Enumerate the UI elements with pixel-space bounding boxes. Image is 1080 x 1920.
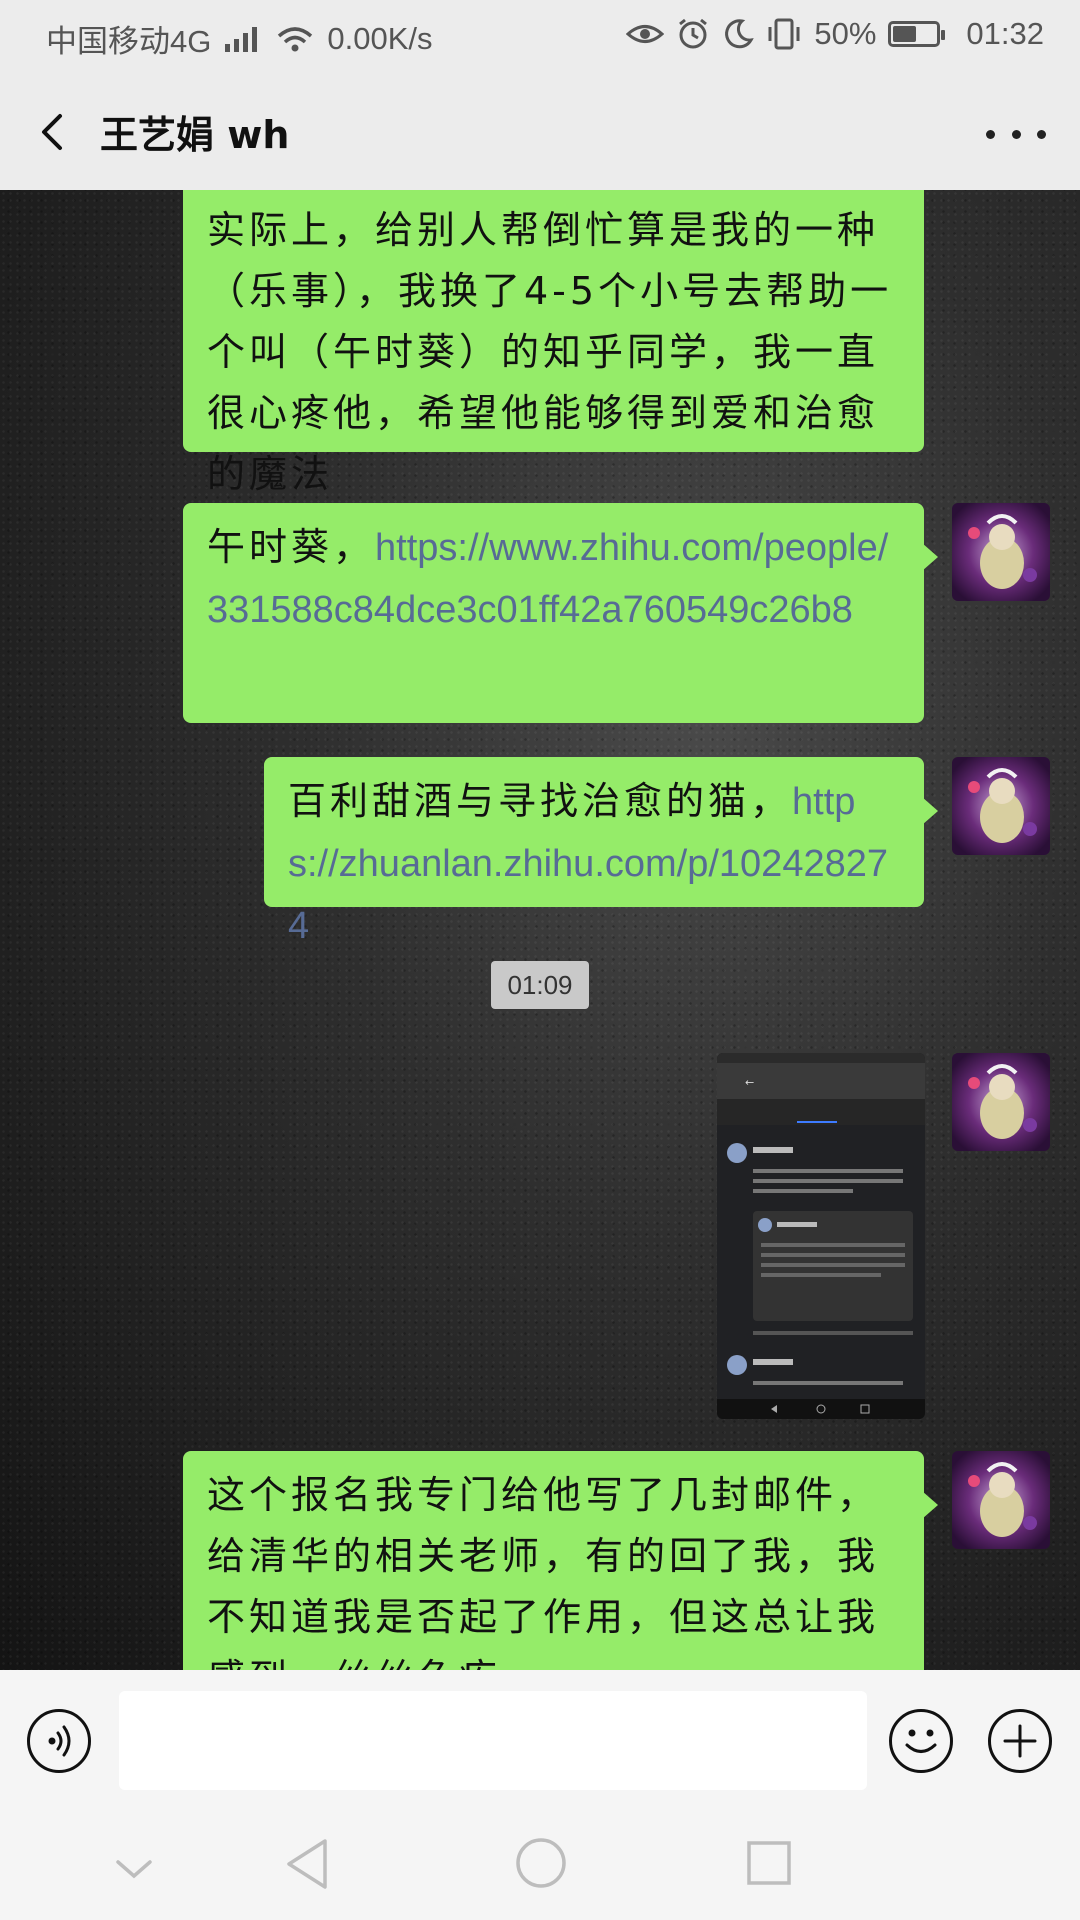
- input-bar: [0, 1670, 1080, 1814]
- timestamp-pill: 01:09: [491, 961, 589, 1009]
- emoji-button[interactable]: [889, 1709, 953, 1773]
- more-icon-dot: [986, 129, 995, 139]
- status-left: 中国移动4G 0.00K/s: [46, 16, 432, 61]
- voice-icon: [48, 1725, 71, 1757]
- signal-icon: [225, 26, 258, 52]
- wifi-icon: [278, 26, 313, 51]
- recents-square-icon[interactable]: [744, 1838, 794, 1888]
- voice-button[interactable]: [27, 1709, 91, 1773]
- message-input[interactable]: [119, 1691, 867, 1790]
- message-bubble[interactable]: 百利甜酒与寻找治愈的猫，https://zhuanlan.zhihu.com/p…: [264, 757, 938, 947]
- avatar-image: [952, 1053, 1050, 1151]
- battery-icon: [888, 21, 946, 47]
- more-button[interactable]: [986, 114, 1046, 154]
- plus-button[interactable]: [988, 1709, 1052, 1773]
- carrier-label: 中国移动4G: [46, 24, 212, 59]
- avatar[interactable]: [952, 1053, 1050, 1151]
- clock: 01:32: [966, 16, 1044, 51]
- battery-percent: 50%: [814, 16, 877, 51]
- system-nav-bar: [0, 1814, 1080, 1920]
- eye-icon: [626, 25, 665, 43]
- message-text: 午时葵，: [207, 525, 376, 569]
- bubble-tail: [922, 543, 938, 571]
- message-text: 百利甜酒与寻找治愈的猫，: [288, 779, 793, 823]
- message-text: 实际上，给别人帮倒忙算是我的一种（乐事），我换了4-5个小号去帮助一个叫（午时葵…: [207, 208, 893, 496]
- bubble-tail: [922, 1491, 938, 1519]
- svg-text:←: ←: [745, 1076, 754, 1089]
- chat-header: 王艺娟 wh: [0, 74, 1080, 190]
- back-triangle-icon[interactable]: [283, 1836, 333, 1892]
- chat-area[interactable]: 实际上，给别人帮倒忙算是我的一种（乐事），我换了4-5个小号去帮助一个叫（午时葵…: [0, 190, 1080, 1670]
- more-icon-dot: [1037, 129, 1046, 139]
- alarm-icon: [679, 18, 708, 49]
- message-bubble[interactable]: 实际上，给别人帮倒忙算是我的一种（乐事），我换了4-5个小号去帮助一个叫（午时葵…: [183, 190, 924, 496]
- message-content: 午时葵，https://www.zhihu.com/people/331588c…: [207, 517, 906, 641]
- home-circle-icon[interactable]: [514, 1836, 568, 1890]
- status-right: 50% 01:32: [626, 16, 1044, 52]
- message-bubble[interactable]: 这个报名我专门给他写了几封邮件，给清华的相关老师，有的回了我，我不知道我是否起了…: [183, 1451, 938, 1670]
- bubble-tail: [922, 797, 938, 825]
- avatar[interactable]: [952, 503, 1050, 601]
- back-button[interactable]: [28, 102, 88, 162]
- plus-icon: [1003, 1724, 1037, 1758]
- screenshot-thumbnail: ←: [717, 1053, 925, 1419]
- message-bubble[interactable]: 午时葵，https://www.zhihu.com/people/331588c…: [183, 503, 938, 723]
- avatar[interactable]: [952, 1451, 1050, 1549]
- avatar[interactable]: [952, 757, 1050, 855]
- image-message[interactable]: ←: [717, 1053, 925, 1419]
- more-icon-dot: [1011, 129, 1021, 139]
- chat-title: 王艺娟 wh: [100, 113, 290, 157]
- message-text: 这个报名我专门给他写了几封邮件，给清华的相关老师，有的回了我，我不知道我是否起了…: [207, 1473, 880, 1670]
- moon-icon: [725, 19, 755, 49]
- avatar-image: [952, 757, 1050, 855]
- message-content: 百利甜酒与寻找治愈的猫，https://zhuanlan.zhihu.com/p…: [288, 771, 906, 957]
- avatar-image: [952, 1451, 1050, 1549]
- battery-level-fill: [893, 26, 917, 42]
- emoji-icon: [905, 1729, 937, 1753]
- avatar-image: [952, 503, 1050, 601]
- status-bar: 中国移动4G 0.00K/s 50% 01:32: [0, 0, 1080, 74]
- vibrate-icon: [768, 18, 800, 50]
- chevron-left-icon: [42, 114, 62, 150]
- hide-keyboard-icon[interactable]: [112, 1854, 156, 1884]
- network-speed: 0.00K/s: [327, 20, 433, 56]
